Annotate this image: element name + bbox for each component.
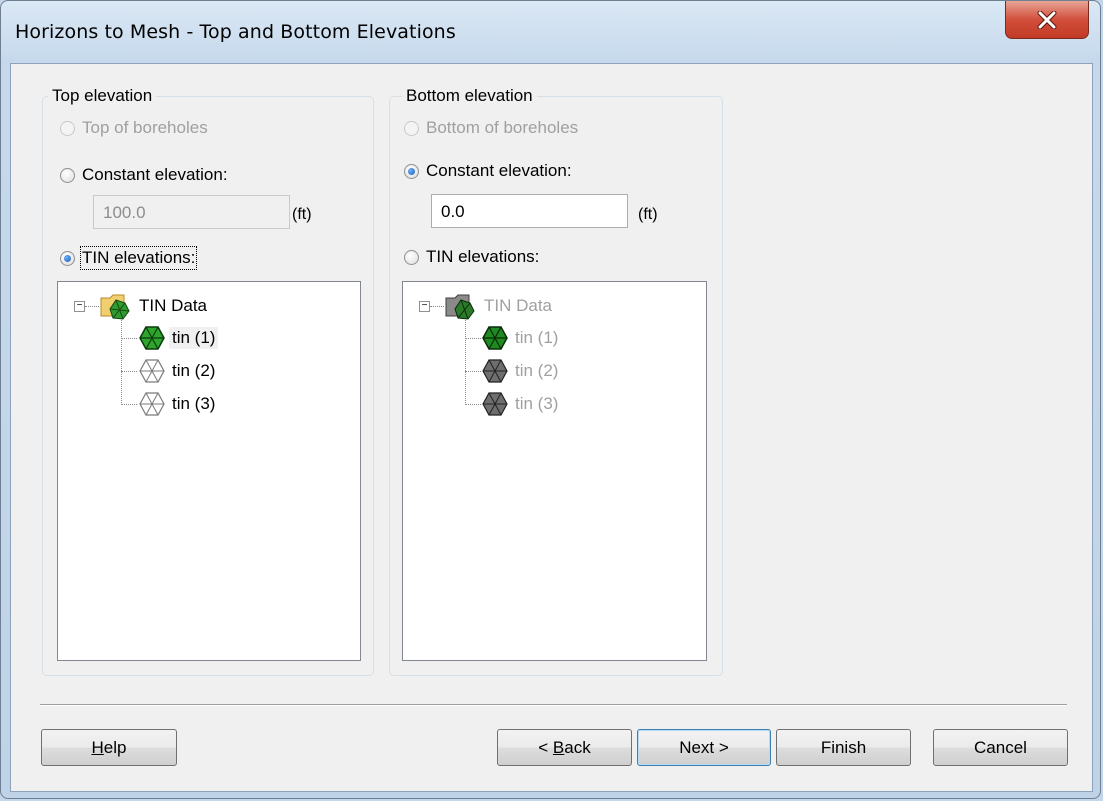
tree-root-label: TIN Data [139, 296, 208, 315]
back-button[interactable]: < Back [497, 729, 632, 766]
tree-item-label: tin (3) [515, 394, 559, 413]
tree-root-tin-data[interactable]: TIN Data [445, 292, 555, 320]
bottom-constant-input[interactable]: 0.0 [431, 194, 628, 228]
tree-collapse-toggle[interactable]: − [74, 301, 85, 312]
tin-green-hexagon-icon [139, 326, 165, 350]
bottom-boreholes-label: Bottom of boreholes [426, 118, 579, 137]
back-mnemonic: B [552, 737, 565, 757]
tin-outline-hexagon-icon [139, 359, 165, 383]
bottom-of-boreholes-option[interactable]: Bottom of boreholes [404, 118, 578, 138]
tree-item-tin-2[interactable]: tin (2) [481, 357, 561, 385]
help-label-rest: elp [103, 737, 127, 757]
tree-item-tin-3[interactable]: tin (3) [138, 390, 218, 418]
top-unit-label: (ft) [292, 206, 312, 223]
tin-folder-icon [445, 294, 475, 320]
finish-button[interactable]: Finish [776, 729, 911, 766]
tree-item-label: tin (2) [515, 361, 559, 380]
tree-item-label: tin (3) [172, 394, 216, 413]
close-button[interactable] [1005, 1, 1089, 39]
bottom-elevation-label: Bottom elevation [402, 86, 537, 106]
next-label: Next > [679, 737, 729, 757]
bottom-constant-label: Constant elevation: [426, 161, 572, 180]
top-tin-tree[interactable]: − TIN Data tin (1) tin (2) tin (3) [57, 281, 361, 661]
tin-outline-hexagon-icon [139, 392, 165, 416]
tin-folder-icon [100, 294, 130, 320]
cancel-button[interactable]: Cancel [933, 729, 1068, 766]
dialog-window: Horizons to Mesh - Top and Bottom Elevat… [0, 0, 1101, 799]
tree-item-tin-1[interactable]: tin (1) [138, 324, 219, 352]
top-tin-option[interactable]: TIN elevations: [60, 246, 198, 270]
bottom-tin-tree[interactable]: − TIN Data tin (1) tin (2) tin (3) [402, 281, 707, 661]
top-constant-option[interactable]: Constant elevation: [60, 165, 228, 185]
top-boreholes-radio[interactable] [60, 120, 75, 136]
bottom-unit-label: (ft) [638, 206, 658, 223]
tree-item-label: tin (2) [172, 361, 216, 380]
top-elevation-label: Top elevation [48, 86, 157, 106]
close-icon [1037, 10, 1057, 29]
top-constant-input[interactable]: 100.0 [93, 195, 290, 229]
finish-label: Finish [820, 737, 867, 757]
window-title: Horizons to Mesh - Top and Bottom Elevat… [15, 21, 456, 43]
top-of-boreholes-option[interactable]: Top of boreholes [60, 118, 208, 138]
bottom-constant-radio[interactable] [404, 163, 419, 179]
tin-green-hexagon-icon [482, 326, 508, 350]
help-mnemonic: H [91, 737, 104, 757]
tree-item-tin-3[interactable]: tin (3) [481, 390, 561, 418]
tree-collapse-toggle[interactable]: − [419, 301, 430, 312]
tree-root-label: TIN Data [484, 296, 553, 315]
top-tin-label: TIN elevations: [79, 246, 198, 270]
help-button[interactable]: Help [41, 729, 177, 766]
tree-item-tin-1[interactable]: tin (1) [481, 324, 561, 352]
bottom-constant-option[interactable]: Constant elevation: [404, 161, 572, 181]
bottom-tin-radio[interactable] [404, 249, 419, 265]
top-constant-radio[interactable] [60, 167, 75, 183]
top-constant-label: Constant elevation: [82, 165, 228, 184]
bottom-tin-option[interactable]: TIN elevations: [404, 247, 539, 267]
tree-item-label: tin (1) [515, 328, 559, 347]
bottom-tin-label: TIN elevations: [426, 247, 540, 266]
back-label-prefix: < [538, 737, 553, 757]
back-label-rest: ack [564, 737, 591, 757]
top-tin-radio[interactable] [60, 250, 75, 266]
tin-outline-hexagon-icon [482, 392, 508, 416]
cancel-label: Cancel [974, 737, 1027, 757]
tin-outline-hexagon-icon [482, 359, 508, 383]
button-separator [40, 704, 1067, 706]
bottom-boreholes-radio[interactable] [404, 120, 419, 136]
next-button[interactable]: Next > [637, 729, 771, 766]
tree-item-label: tin (1) [169, 327, 219, 349]
tree-root-tin-data[interactable]: TIN Data [100, 292, 210, 320]
dialog-client-area: Top elevation Top of boreholes Constant … [10, 63, 1093, 792]
tree-item-tin-2[interactable]: tin (2) [138, 357, 218, 385]
top-boreholes-label: Top of boreholes [82, 118, 208, 137]
